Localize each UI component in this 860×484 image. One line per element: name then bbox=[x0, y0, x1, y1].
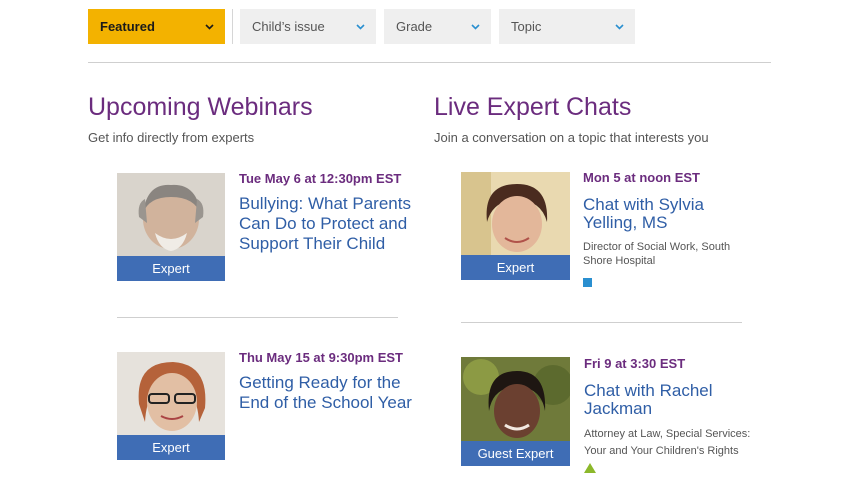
page: Featured Child’s issue Grade Topic Upcom… bbox=[0, 0, 860, 484]
chat-date: Mon 5 at noon EST bbox=[583, 170, 700, 185]
square-icon bbox=[583, 278, 592, 287]
chats-section-title: Live Expert Chats bbox=[434, 93, 632, 121]
chevron-down-icon bbox=[354, 21, 366, 33]
childs-issue-filter-dropdown[interactable]: Child’s issue bbox=[240, 9, 376, 44]
chat-expert-role: Director of Social Work, South Shore Hos… bbox=[583, 241, 731, 267]
guest-expert-badge: Guest Expert bbox=[461, 441, 570, 466]
featured-filter-dropdown[interactable]: Featured bbox=[88, 9, 225, 44]
webinar-expert-photo[interactable]: Expert bbox=[117, 352, 225, 460]
grade-filter-label: Grade bbox=[396, 19, 433, 34]
featured-filter-label: Featured bbox=[100, 19, 155, 34]
grade-filter-dropdown[interactable]: Grade bbox=[384, 9, 491, 44]
filter-bar-divider bbox=[88, 62, 771, 63]
chat-divider bbox=[461, 322, 742, 323]
chat-title-link[interactable]: Chat with Sylvia Yelling, MS bbox=[583, 196, 733, 232]
webinars-section-subtitle: Get info directly from experts bbox=[88, 130, 255, 145]
triangle-icon bbox=[584, 463, 596, 473]
webinar-title-link[interactable]: Bullying: What Parents Can Do to Protect… bbox=[239, 194, 424, 254]
webinars-section-title: Upcoming Webinars bbox=[88, 93, 313, 121]
filter-divider bbox=[232, 9, 233, 44]
chat-date: Fri 9 at 3:30 EST bbox=[584, 356, 686, 371]
webinar-date: Thu May 15 at 9:30pm EST bbox=[239, 350, 403, 365]
webinar-title-link[interactable]: Getting Ready for the End of the School … bbox=[239, 373, 414, 413]
chat-expert-photo[interactable]: Expert bbox=[461, 172, 570, 280]
webinar-expert-photo[interactable]: Expert bbox=[117, 173, 225, 281]
childs-issue-filter-label: Child’s issue bbox=[252, 19, 325, 34]
expert-badge: Expert bbox=[461, 255, 570, 280]
chat-title-link[interactable]: Chat with Rachel Jackman bbox=[584, 382, 744, 418]
chat-expert-photo[interactable]: Guest Expert bbox=[461, 357, 570, 466]
chat-expert-role: Attorney at Law, Special Services: Your … bbox=[584, 428, 751, 457]
topic-filter-dropdown[interactable]: Topic bbox=[499, 9, 635, 44]
webinar-date: Tue May 6 at 12:30pm EST bbox=[239, 171, 402, 186]
chevron-down-icon bbox=[469, 21, 481, 33]
expert-badge: Expert bbox=[117, 256, 225, 281]
topic-filter-label: Topic bbox=[511, 19, 542, 34]
chats-section-subtitle: Join a conversation on a topic that inte… bbox=[434, 130, 709, 145]
chevron-down-icon bbox=[613, 21, 625, 33]
chevron-down-icon bbox=[203, 21, 215, 33]
webinar-divider bbox=[117, 317, 398, 318]
expert-badge: Expert bbox=[117, 435, 225, 460]
